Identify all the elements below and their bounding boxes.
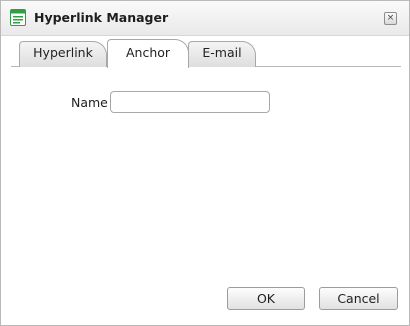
document-list-icon (10, 9, 26, 26)
ok-button[interactable]: OK (227, 287, 305, 310)
dialog-title: Hyperlink Manager (34, 10, 169, 25)
title-bar: Hyperlink Manager × (1, 1, 409, 36)
name-label: Name (71, 95, 108, 110)
tab-label: Hyperlink (33, 45, 93, 60)
tab-label: E-mail (202, 45, 242, 60)
tab-email[interactable]: E-mail (188, 41, 256, 67)
tab-hyperlink[interactable]: Hyperlink (19, 41, 107, 67)
close-icon[interactable]: × (384, 12, 397, 25)
tab-anchor[interactable]: Anchor (107, 39, 189, 68)
hyperlink-manager-dialog: Hyperlink Manager × Hyperlink E-mail Anc… (0, 0, 410, 326)
tab-label: Anchor (125, 45, 171, 60)
cancel-button[interactable]: Cancel (319, 287, 398, 310)
name-input[interactable] (110, 91, 270, 113)
